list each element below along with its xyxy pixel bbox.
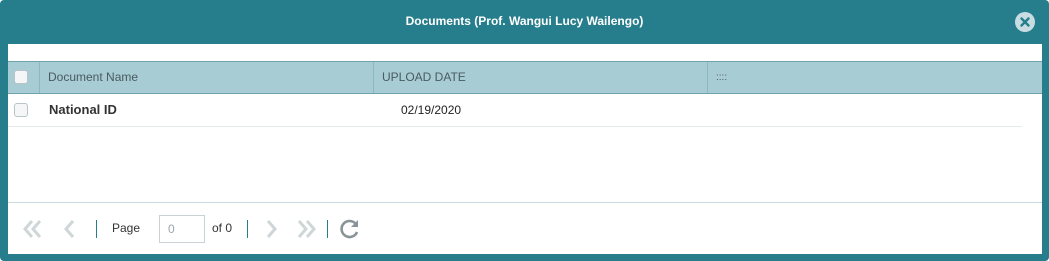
document-name-cell: National ID: [49, 102, 117, 117]
upload-date-cell: 02/19/2020: [401, 103, 462, 117]
toolbar-strip: [8, 44, 1042, 61]
pager-separator: [96, 220, 97, 238]
row-checkbox-cell: [14, 94, 34, 126]
column-header-upload-date[interactable]: UPLOAD DATE: [374, 62, 708, 93]
page-label: Page: [112, 221, 141, 235]
pager-separator: [327, 220, 328, 238]
documents-dialog: Documents (Prof. Wangui Lucy Wailengo) D…: [0, 0, 1049, 261]
next-page-icon[interactable]: [263, 217, 279, 241]
pager: Page of 0: [8, 202, 1042, 254]
close-icon[interactable]: [1015, 12, 1035, 32]
page-number-input[interactable]: [159, 215, 205, 243]
column-header-document-name[interactable]: Document Name: [40, 62, 374, 93]
grid-header: Document Name UPLOAD DATE ::::: [8, 61, 1042, 94]
column-header-actions[interactable]: ::::: [708, 62, 1042, 93]
dialog-titlebar: Documents (Prof. Wangui Lucy Wailengo): [0, 0, 1049, 44]
table-row[interactable]: National ID 02/19/2020: [8, 94, 1022, 127]
prev-page-icon[interactable]: [62, 217, 78, 241]
select-all-cell: [8, 62, 40, 93]
first-page-icon[interactable]: [21, 217, 45, 241]
page-count-label: of 0: [212, 221, 233, 235]
dialog-title: Documents (Prof. Wangui Lucy Wailengo): [405, 14, 644, 28]
row-checkbox[interactable]: [14, 103, 28, 117]
refresh-icon[interactable]: [338, 217, 362, 241]
last-page-icon[interactable]: [294, 217, 318, 241]
dialog-content: Document Name UPLOAD DATE :::: National …: [8, 44, 1042, 254]
pager-separator: [247, 220, 248, 238]
select-all-checkbox[interactable]: [14, 70, 28, 84]
